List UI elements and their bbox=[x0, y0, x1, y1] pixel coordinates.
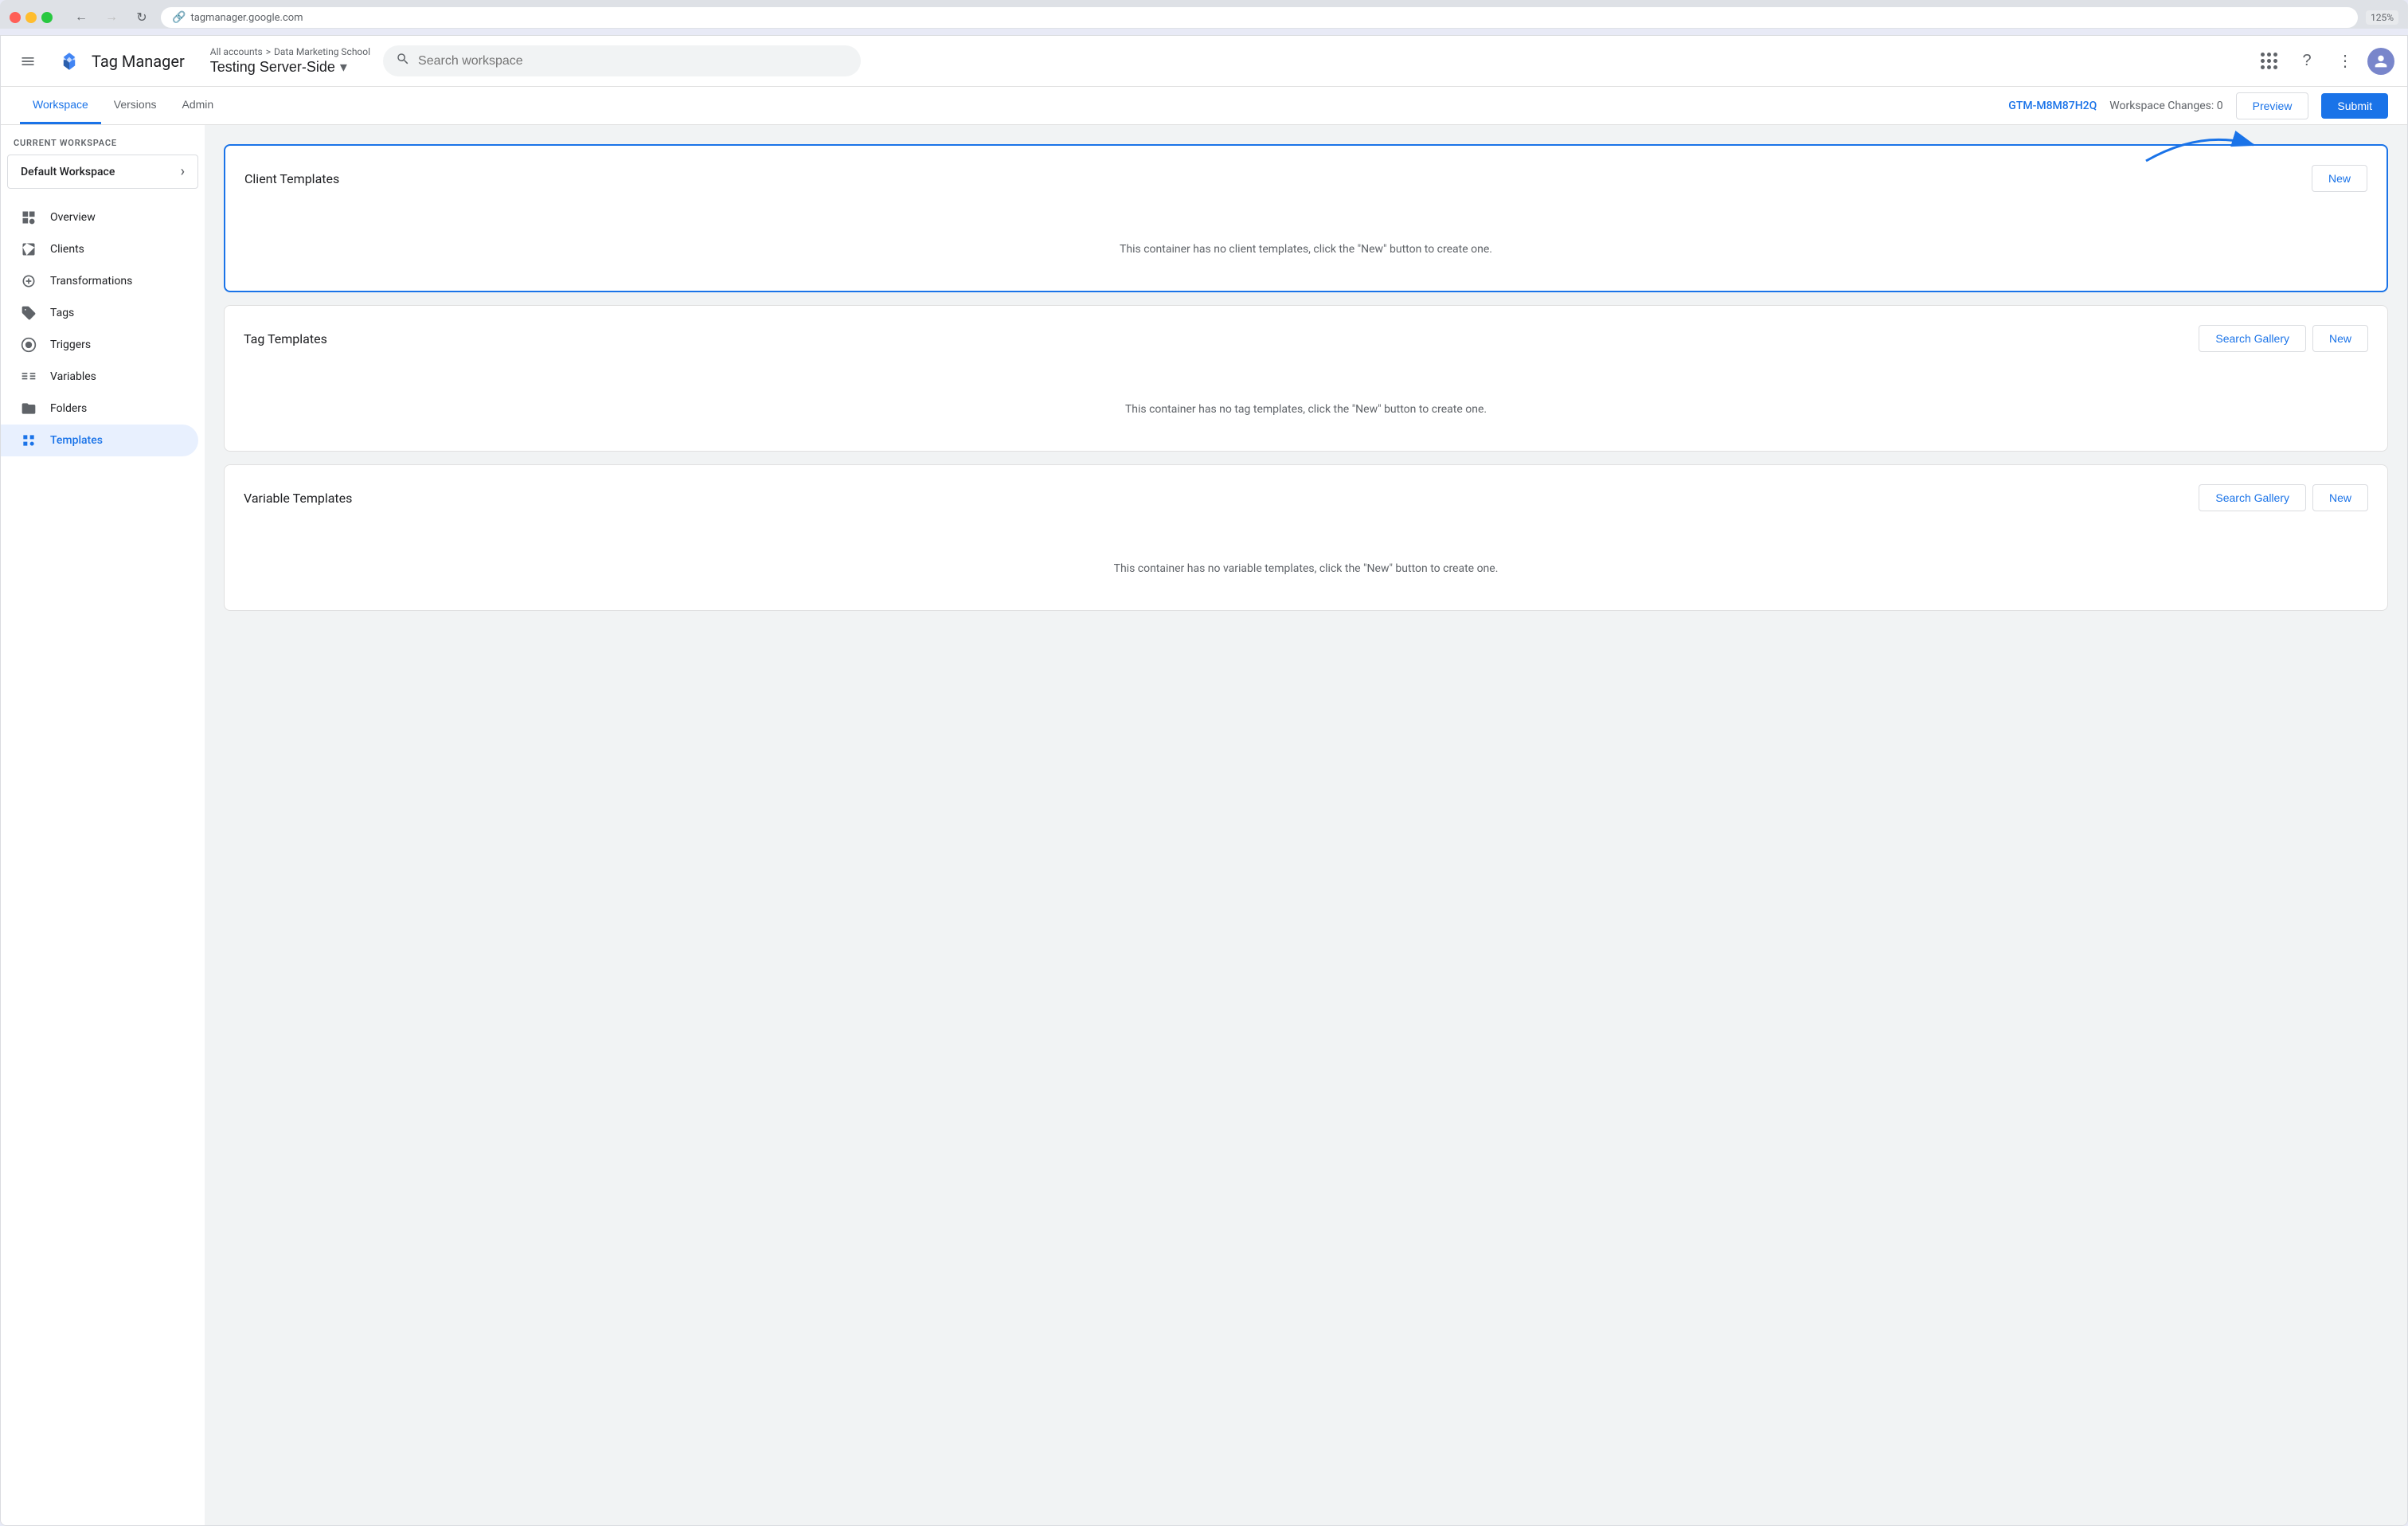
variable-templates-actions: Search Gallery New bbox=[2199, 484, 2368, 511]
client-templates-title: Client Templates bbox=[244, 171, 339, 186]
account-link[interactable]: Data Marketing School bbox=[274, 46, 370, 57]
avatar[interactable] bbox=[2367, 48, 2394, 75]
search-input[interactable] bbox=[418, 54, 848, 68]
transformations-icon bbox=[20, 273, 37, 289]
all-accounts-link[interactable]: All accounts bbox=[210, 46, 263, 57]
account-info: All accounts > Data Marketing School Tes… bbox=[210, 46, 370, 76]
folders-icon bbox=[20, 401, 37, 417]
breadcrumb: All accounts > Data Marketing School bbox=[210, 46, 370, 57]
sidebar-item-label: Overview bbox=[50, 211, 96, 224]
container-selector-btn[interactable]: Testing Server-Side ▾ bbox=[210, 59, 370, 76]
sidebar-nav: Overview Clients bbox=[1, 202, 205, 456]
tags-icon bbox=[20, 305, 37, 321]
forward-btn[interactable]: → bbox=[100, 6, 123, 29]
nav-icons: ? ⋮ bbox=[2253, 45, 2394, 77]
app-title: Tag Manager bbox=[92, 52, 185, 71]
sidebar-item-label: Folders bbox=[50, 402, 87, 415]
sidebar-item-label: Tags bbox=[50, 307, 74, 319]
nav-tabs: Workspace Versions Admin bbox=[20, 87, 226, 124]
sidebar-item-label: Triggers bbox=[50, 338, 91, 351]
search-bar bbox=[383, 45, 861, 76]
tab-workspace[interactable]: Workspace bbox=[20, 87, 101, 124]
sidebar-toggle-btn[interactable] bbox=[14, 47, 42, 76]
browser-controls: ← → ↻ 🔗 tagmanager.google.com 125% bbox=[10, 6, 2398, 29]
gtm-id[interactable]: GTM-M8M87H2Q bbox=[2008, 100, 2097, 112]
tag-templates-section: Tag Templates Search Gallery New This co… bbox=[224, 305, 2388, 452]
client-templates-actions: New bbox=[2305, 165, 2367, 192]
logo-icon bbox=[55, 47, 84, 76]
variable-templates-empty-message: This container has no variable templates… bbox=[244, 530, 2368, 591]
container-name: Testing Server-Side bbox=[210, 59, 335, 76]
sidebar-item-overview[interactable]: Overview bbox=[1, 202, 198, 233]
tag-templates-empty-message: This container has no tag templates, cli… bbox=[244, 371, 2368, 432]
browser-chrome: ← → ↻ 🔗 tagmanager.google.com 125% bbox=[0, 0, 2408, 29]
sidebar-item-variables[interactable]: Variables bbox=[1, 361, 198, 393]
sidebar-item-transformations[interactable]: Transformations bbox=[1, 265, 198, 297]
address-bar[interactable]: 🔗 tagmanager.google.com bbox=[161, 7, 2358, 28]
sidebar: CURRENT WORKSPACE Default Workspace › Ov… bbox=[1, 125, 205, 1525]
reload-btn[interactable]: ↻ bbox=[131, 6, 153, 29]
preview-button[interactable]: Preview bbox=[2236, 92, 2309, 119]
workspace-selector[interactable]: Default Workspace › bbox=[7, 155, 198, 189]
tab-admin[interactable]: Admin bbox=[169, 87, 226, 124]
sidebar-item-folders[interactable]: Folders bbox=[1, 393, 198, 425]
tag-templates-actions: Search Gallery New bbox=[2199, 325, 2368, 352]
chevron-right-icon: › bbox=[181, 163, 185, 180]
browser-close-btn[interactable] bbox=[10, 12, 21, 23]
lock-icon: 🔗 bbox=[172, 11, 186, 24]
sidebar-item-clients[interactable]: Clients bbox=[1, 233, 198, 265]
workspace-info: GTM-M8M87H2Q Workspace Changes: 0 Previe… bbox=[2008, 92, 2388, 119]
sidebar-item-label: Variables bbox=[50, 370, 96, 383]
back-btn[interactable]: ← bbox=[70, 6, 92, 29]
app-container: Tag Manager All accounts > Data Marketin… bbox=[0, 35, 2408, 1526]
logo-link[interactable]: Tag Manager bbox=[55, 47, 185, 76]
variables-icon bbox=[20, 369, 37, 385]
client-templates-header: Client Templates bbox=[244, 165, 2367, 192]
sidebar-item-triggers[interactable]: Triggers bbox=[1, 329, 198, 361]
browser-max-btn[interactable] bbox=[41, 12, 53, 23]
sidebar-item-label: Clients bbox=[50, 243, 84, 256]
content-area: Client Templates bbox=[205, 125, 2407, 1525]
help-btn[interactable]: ? bbox=[2291, 45, 2323, 77]
chevron-down-icon: ▾ bbox=[340, 59, 347, 76]
variable-templates-title: Variable Templates bbox=[244, 491, 352, 506]
submit-button[interactable]: Submit bbox=[2321, 93, 2388, 119]
variable-templates-header: Variable Templates Search Gallery New bbox=[244, 484, 2368, 511]
triggers-icon bbox=[20, 337, 37, 353]
more-options-btn[interactable]: ⋮ bbox=[2329, 45, 2361, 77]
hamburger-icon bbox=[20, 53, 36, 69]
annotation-arrow bbox=[2138, 125, 2265, 169]
main-layout: CURRENT WORKSPACE Default Workspace › Ov… bbox=[1, 125, 2407, 1525]
workspace-changes: Workspace Changes: 0 bbox=[2109, 100, 2222, 112]
templates-icon bbox=[20, 432, 37, 448]
client-templates-section: Client Templates bbox=[224, 144, 2388, 292]
current-workspace-label: CURRENT WORKSPACE bbox=[1, 138, 205, 155]
tag-templates-title: Tag Templates bbox=[244, 331, 327, 346]
client-templates-empty-message: This container has no client templates, … bbox=[244, 211, 2367, 272]
variable-templates-new-button[interactable]: New bbox=[2312, 484, 2368, 511]
zoom-level: 125% bbox=[2366, 10, 2398, 25]
tab-versions[interactable]: Versions bbox=[101, 87, 170, 124]
sidebar-item-tags[interactable]: Tags bbox=[1, 297, 198, 329]
variable-templates-section: Variable Templates Search Gallery New Th… bbox=[224, 464, 2388, 611]
grid-apps-btn[interactable] bbox=[2253, 45, 2285, 77]
browser-min-btn[interactable] bbox=[25, 12, 37, 23]
sidebar-item-label: Transformations bbox=[50, 275, 132, 288]
variable-templates-search-gallery-button[interactable]: Search Gallery bbox=[2199, 484, 2306, 511]
second-nav: Workspace Versions Admin GTM-M8M87H2Q Wo… bbox=[1, 87, 2407, 125]
sidebar-item-label: Templates bbox=[50, 434, 103, 447]
url-text: tagmanager.google.com bbox=[190, 12, 303, 24]
top-nav: Tag Manager All accounts > Data Marketin… bbox=[1, 36, 2407, 87]
workspace-name: Default Workspace bbox=[21, 166, 115, 178]
grid-dots-icon bbox=[2261, 53, 2277, 69]
tag-templates-header: Tag Templates Search Gallery New bbox=[244, 325, 2368, 352]
tag-templates-new-button[interactable]: New bbox=[2312, 325, 2368, 352]
breadcrumb-separator: > bbox=[266, 46, 271, 57]
client-templates-new-button[interactable]: New bbox=[2312, 165, 2367, 192]
tag-templates-search-gallery-button[interactable]: Search Gallery bbox=[2199, 325, 2306, 352]
overview-icon bbox=[20, 209, 37, 225]
clients-icon bbox=[20, 241, 37, 257]
sidebar-item-templates[interactable]: Templates bbox=[1, 425, 198, 456]
search-icon bbox=[396, 52, 410, 70]
